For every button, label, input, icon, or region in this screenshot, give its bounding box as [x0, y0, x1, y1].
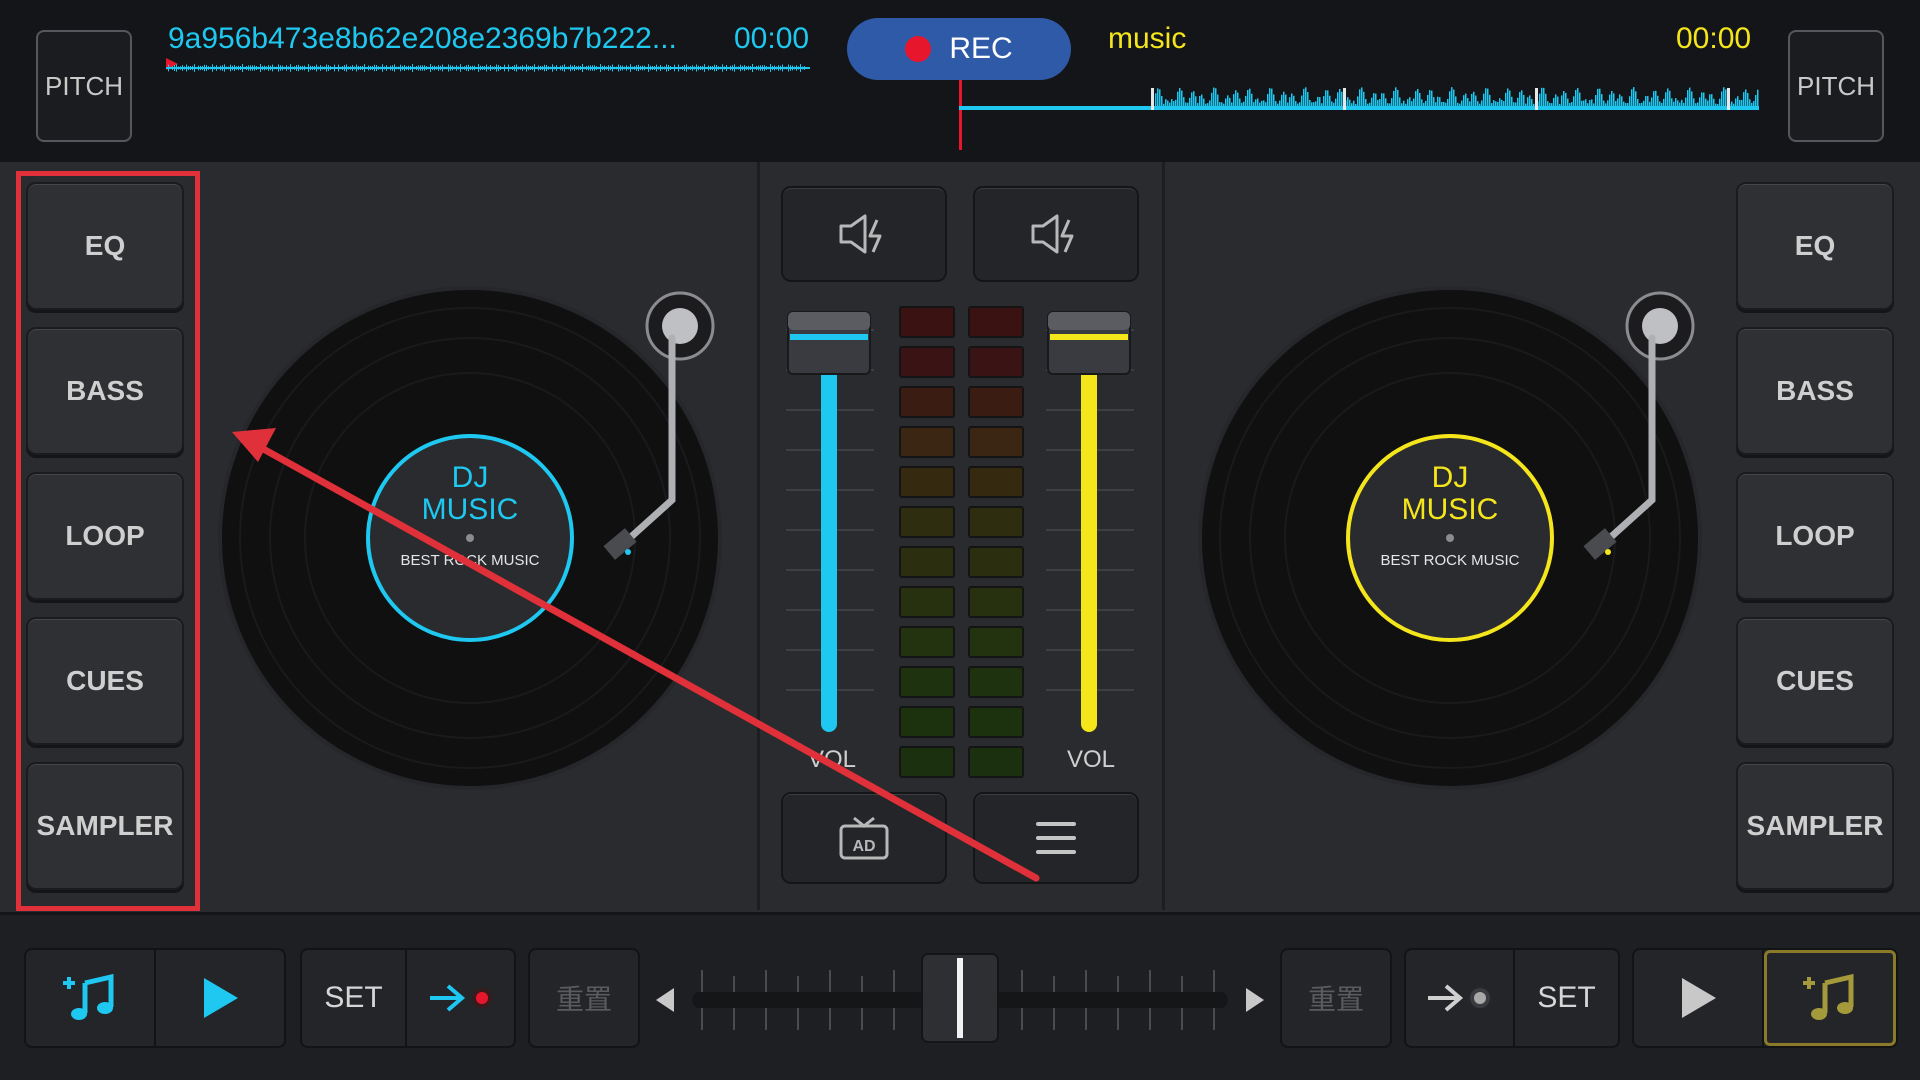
- level-meter-cell: [899, 626, 955, 658]
- arrow-cue-icon: [429, 984, 492, 1012]
- deck-b-label-line1: DJ: [1431, 461, 1469, 494]
- level-meter-cell: [899, 746, 955, 778]
- deck-a-track-title: 9a956b473e8b62e208e2369b7b222...: [168, 22, 677, 55]
- deck-b-cue-jump-button[interactable]: [1406, 950, 1515, 1046]
- add-music-icon: [63, 973, 114, 1020]
- level-meter-cell: [968, 666, 1024, 698]
- arrow-cue-icon: [1428, 984, 1491, 1012]
- deck-a-label-sub: BEST ROCK MUSIC: [400, 552, 540, 569]
- level-meter-cell: [968, 586, 1024, 618]
- eq-button-right[interactable]: EQ: [1736, 182, 1894, 310]
- level-meter-cell: [899, 506, 955, 538]
- play-icon: [1681, 978, 1716, 1018]
- play-icon: [204, 978, 238, 1018]
- deck-a-boost-button[interactable]: [781, 186, 947, 282]
- deck-a-cue-group: SET: [300, 948, 516, 1048]
- deck-b-cue-group: SET: [1404, 948, 1620, 1048]
- deck-b-volume-fader[interactable]: [1040, 300, 1140, 740]
- deck-b-set-button[interactable]: SET: [1515, 950, 1618, 1046]
- level-meter-cell: [899, 386, 955, 418]
- ad-button[interactable]: AD: [781, 792, 947, 884]
- deck-b-level-meter: [968, 306, 1024, 778]
- deck-b-waveform[interactable]: [955, 80, 1765, 152]
- level-meter-cell: [899, 306, 955, 338]
- deck-a-transport-group: [24, 948, 286, 1048]
- bass-button-right[interactable]: BASS: [1736, 327, 1894, 455]
- level-meter-cell: [968, 506, 1024, 538]
- crossfader[interactable]: [652, 944, 1268, 1048]
- record-dot-icon: [905, 36, 932, 62]
- tv-ad-icon: AD: [839, 816, 889, 860]
- deck-b-boost-button[interactable]: [973, 186, 1139, 282]
- deck-b-label-sub: BEST ROCK MUSIC: [1380, 552, 1520, 569]
- record-label: REC: [949, 32, 1013, 65]
- right-effects-panel: EQ BASS LOOP CUES SAMPLER: [1728, 174, 1910, 910]
- level-meter-cell: [968, 386, 1024, 418]
- level-meter-cell: [968, 426, 1024, 458]
- deck-a-add-music-button[interactable]: [26, 950, 156, 1046]
- level-meter-cell: [899, 546, 955, 578]
- level-meter-cell: [899, 426, 955, 458]
- deck-b-tonearm[interactable]: [1580, 290, 1700, 570]
- level-meter-cell: [968, 466, 1024, 498]
- deck-a-play-button[interactable]: [156, 950, 284, 1046]
- deck-b-vol-label: VOL: [1067, 746, 1116, 773]
- deck-a-waveform[interactable]: [166, 56, 812, 80]
- level-meter-cell: [968, 706, 1024, 738]
- deck-a-cue-jump-button[interactable]: [407, 950, 514, 1046]
- loop-button-right[interactable]: LOOP: [1736, 472, 1894, 600]
- level-meter-cell: [899, 666, 955, 698]
- deck-b-time: 00:00: [1676, 22, 1752, 55]
- menu-button[interactable]: [973, 792, 1139, 884]
- pitch-button-left[interactable]: PITCH: [36, 30, 132, 142]
- menu-icon: [1036, 822, 1076, 854]
- deck-b-transport-group: [1632, 948, 1898, 1048]
- deck-a-time: 00:00: [734, 22, 810, 55]
- sampler-button-right[interactable]: SAMPLER: [1736, 762, 1894, 890]
- chevron-right-icon: [1246, 988, 1264, 1012]
- chevron-left-icon: [656, 988, 674, 1012]
- level-meter-cell: [899, 706, 955, 738]
- level-meter-cell: [899, 466, 955, 498]
- level-meter-cell: [968, 626, 1024, 658]
- level-meter-cell: [899, 586, 955, 618]
- deck-b-reset-button[interactable]: 重置: [1280, 948, 1392, 1048]
- deck-a-label-line2: MUSIC: [421, 493, 519, 526]
- deck-a-vol-label: VOL: [808, 746, 857, 773]
- deck-a-label-title: DJ MUSIC: [370, 462, 570, 526]
- level-meter-cell: [968, 346, 1024, 378]
- deck-a-reset-button[interactable]: 重置: [528, 948, 640, 1048]
- pitch-button-right[interactable]: PITCH: [1788, 30, 1884, 142]
- deck-a-set-button[interactable]: SET: [302, 950, 408, 1046]
- deck-a-label-line1: DJ: [451, 461, 489, 494]
- deck-b-add-music-button[interactable]: [1763, 950, 1896, 1046]
- deck-a-tonearm[interactable]: [600, 290, 720, 570]
- highlight-box: [16, 171, 200, 911]
- cues-button-right[interactable]: CUES: [1736, 617, 1894, 745]
- deck-a-level-meter: [899, 306, 955, 778]
- level-meter-cell: [968, 546, 1024, 578]
- deck-b-track-title: music: [1108, 22, 1187, 55]
- deck-b-play-button[interactable]: [1634, 950, 1764, 1046]
- level-meter-cell: [968, 306, 1024, 338]
- level-meter-cell: [968, 746, 1024, 778]
- add-music-icon: [1802, 973, 1854, 1020]
- speaker-boost-icon: [1031, 214, 1074, 254]
- deck-a-volume-fader[interactable]: [780, 300, 880, 740]
- deck-b-label-title: DJ MUSIC: [1350, 462, 1550, 526]
- speaker-boost-icon: [839, 214, 882, 254]
- level-meter-cell: [899, 346, 955, 378]
- deck-b-label-line2: MUSIC: [1401, 493, 1499, 526]
- ad-icon-text: AD: [852, 838, 875, 855]
- record-button[interactable]: REC: [847, 18, 1071, 80]
